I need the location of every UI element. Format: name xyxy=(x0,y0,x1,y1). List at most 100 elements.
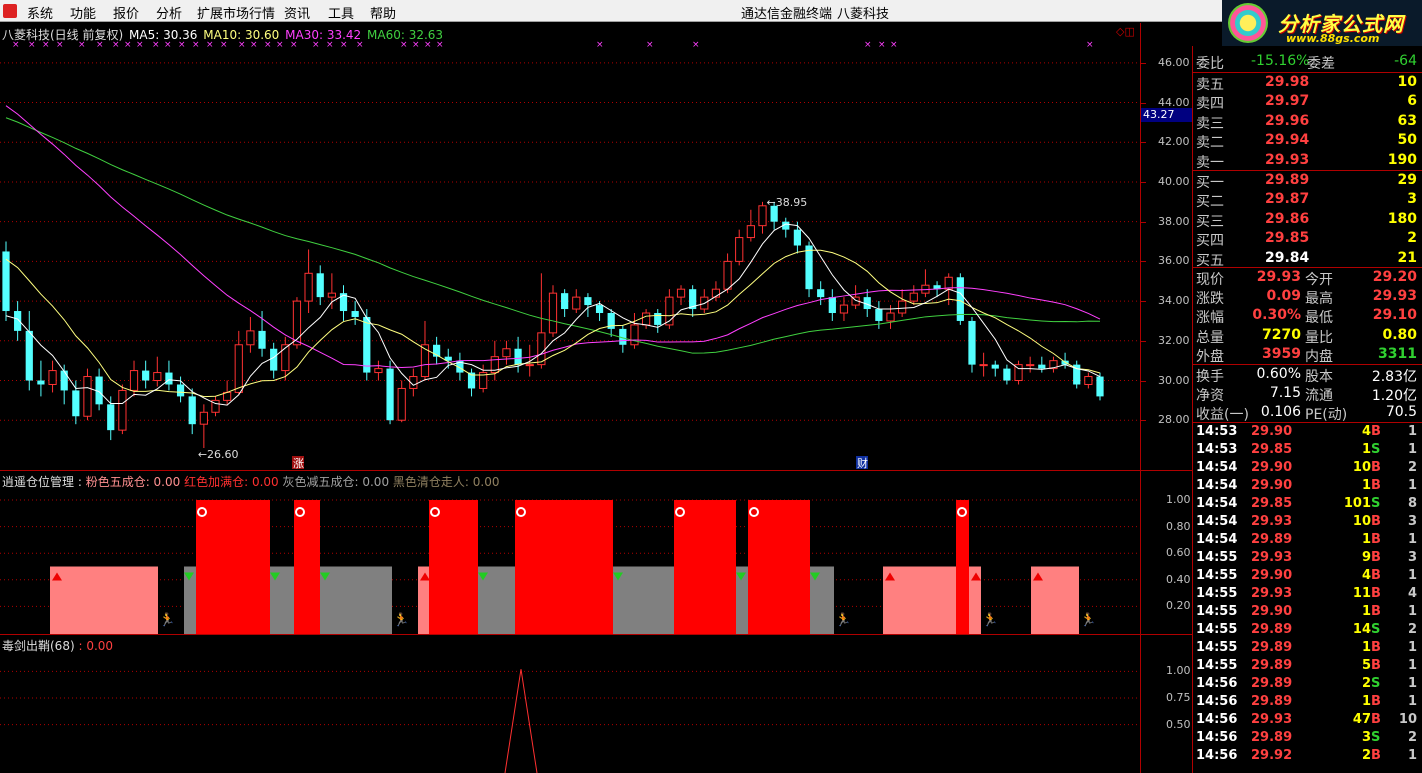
candle-body[interactable] xyxy=(420,344,430,378)
candle-body[interactable] xyxy=(723,260,732,290)
candle-body[interactable] xyxy=(1026,364,1035,367)
tick-row[interactable]: 14:56 29.89 1 B 1 xyxy=(1193,693,1422,711)
candle-body[interactable] xyxy=(561,293,569,310)
candle-body[interactable] xyxy=(817,289,825,298)
red-position-bar[interactable] xyxy=(429,500,478,634)
candle-body[interactable] xyxy=(572,296,581,310)
candle-body[interactable] xyxy=(758,205,767,227)
menu-item-help[interactable]: 帮助 xyxy=(370,3,396,22)
candle-body[interactable] xyxy=(537,332,546,366)
menu-item-news[interactable]: 资讯 xyxy=(284,3,310,22)
tick-row[interactable]: 14:56 29.89 3 S 2 xyxy=(1193,729,1422,747)
tick-row[interactable]: 14:54 29.90 10 B 2 xyxy=(1193,459,1422,477)
position-chart[interactable]: 🏃 🏃 🏃 🏃 🏃 xyxy=(0,471,1140,634)
tick-row[interactable]: 14:55 29.89 1 B 1 xyxy=(1193,639,1422,657)
candle-body[interactable] xyxy=(234,344,243,393)
pink-position-bar[interactable] xyxy=(50,566,158,634)
candle-body[interactable] xyxy=(746,225,755,239)
tick-row[interactable]: 14:55 29.90 1 B 1 xyxy=(1193,603,1422,621)
tick-row[interactable]: 14:56 29.89 2 S 1 xyxy=(1193,675,1422,693)
tick-row[interactable]: 14:56 29.92 2 B 1 xyxy=(1193,747,1422,765)
candle-body[interactable] xyxy=(735,237,744,262)
candle-body[interactable] xyxy=(72,390,80,417)
candle-body[interactable] xyxy=(1003,368,1011,381)
pink-position-bar[interactable] xyxy=(883,566,956,634)
candle-body[interactable] xyxy=(14,311,22,331)
candle-body[interactable] xyxy=(188,396,196,425)
candle-body[interactable] xyxy=(793,229,802,246)
candle-body[interactable] xyxy=(1096,376,1104,397)
candle-body[interactable] xyxy=(968,320,976,365)
sword-chart[interactable] xyxy=(0,635,1140,773)
menu-item-analysis[interactable]: 分析 xyxy=(156,3,182,22)
candle-body[interactable] xyxy=(374,368,383,374)
candle-body[interactable] xyxy=(153,372,162,382)
candle-body[interactable] xyxy=(584,297,592,306)
red-position-bar[interactable] xyxy=(196,500,270,634)
candle-body[interactable] xyxy=(37,380,45,385)
candle-body[interactable] xyxy=(2,251,10,312)
candle-body[interactable] xyxy=(118,389,127,431)
candle-body[interactable] xyxy=(142,370,150,381)
candle-body[interactable] xyxy=(875,309,883,321)
tick-row[interactable]: 14:55 29.89 14 S 2 xyxy=(1193,621,1422,639)
candle-body[interactable] xyxy=(595,305,604,314)
candle-body[interactable] xyxy=(107,404,115,431)
candle-body[interactable] xyxy=(48,370,57,385)
gray-position-bar[interactable] xyxy=(320,566,392,634)
candle-body[interactable] xyxy=(654,313,662,325)
candle-body[interactable] xyxy=(351,311,359,317)
candle-body[interactable] xyxy=(525,364,534,367)
candle-body[interactable] xyxy=(281,344,290,372)
tick-row[interactable]: 14:53 29.90 4 B 1 xyxy=(1193,423,1422,441)
red-position-bar[interactable] xyxy=(956,500,969,634)
tick-row[interactable]: 14:54 29.89 1 B 1 xyxy=(1193,531,1422,549)
menu-item-extended-market[interactable]: 扩展市场行情 xyxy=(197,3,275,22)
candle-body[interactable] xyxy=(83,376,92,417)
tick-row[interactable]: 14:55 29.93 11 B 4 xyxy=(1193,585,1422,603)
candle-body[interactable] xyxy=(898,300,907,314)
candle-body[interactable] xyxy=(502,348,511,358)
candle-body[interactable] xyxy=(165,372,173,385)
gray-position-bar[interactable] xyxy=(613,566,674,634)
candle-body[interactable] xyxy=(514,348,522,365)
candle-body[interactable] xyxy=(805,245,813,290)
candle-body[interactable] xyxy=(397,387,406,421)
candle-body[interactable] xyxy=(316,273,324,298)
candle-body[interactable] xyxy=(60,370,68,391)
candle-body[interactable] xyxy=(1038,364,1046,369)
tick-row[interactable]: 14:55 29.93 9 B 3 xyxy=(1193,549,1422,567)
tick-row[interactable]: 14:54 29.90 1 B 1 xyxy=(1193,477,1422,495)
tick-row[interactable]: 14:54 29.93 10 B 3 xyxy=(1193,513,1422,531)
candle-body[interactable] xyxy=(839,304,849,314)
tick-row[interactable]: 14:53 29.85 1 S 1 xyxy=(1193,441,1422,459)
tick-row[interactable]: 14:56 29.93 47 B 10 xyxy=(1193,711,1422,729)
tick-row[interactable]: 14:54 29.85 101 S 8 xyxy=(1193,495,1422,513)
red-position-bar[interactable] xyxy=(294,500,320,634)
candle-body[interactable] xyxy=(886,312,895,322)
candle-body[interactable] xyxy=(270,348,278,371)
candle-body[interactable] xyxy=(199,411,208,425)
menu-item-tools[interactable]: 工具 xyxy=(328,3,354,22)
candle-body[interactable] xyxy=(991,364,999,369)
candle-body[interactable] xyxy=(176,384,185,397)
candle-body[interactable] xyxy=(129,370,139,391)
candle-body[interactable] xyxy=(304,272,313,302)
candle-body[interactable] xyxy=(246,330,255,346)
candle-body[interactable] xyxy=(979,364,988,367)
candle-body[interactable] xyxy=(327,292,336,298)
tick-row[interactable]: 14:55 29.90 4 B 1 xyxy=(1193,567,1422,585)
candle-body[interactable] xyxy=(386,368,394,421)
candle-body[interactable] xyxy=(548,292,558,334)
candle-body[interactable] xyxy=(258,330,266,349)
red-position-bar[interactable] xyxy=(674,500,736,634)
candle-body[interactable] xyxy=(641,312,651,326)
menu-item-quote[interactable]: 报价 xyxy=(113,3,139,22)
candle-body[interactable] xyxy=(292,300,302,346)
app-logo-icon[interactable] xyxy=(3,4,17,18)
candle-body[interactable] xyxy=(828,297,836,314)
red-position-bar[interactable] xyxy=(748,500,810,634)
tick-row[interactable]: 14:55 29.89 5 B 1 xyxy=(1193,657,1422,675)
candle-body[interactable] xyxy=(909,292,918,302)
candlestick-chart[interactable]: ←38.95 ←26.60 涨 财 × × × × × × × × × × × × × × × × × × × × × × × × × ×… xyxy=(0,23,1140,470)
